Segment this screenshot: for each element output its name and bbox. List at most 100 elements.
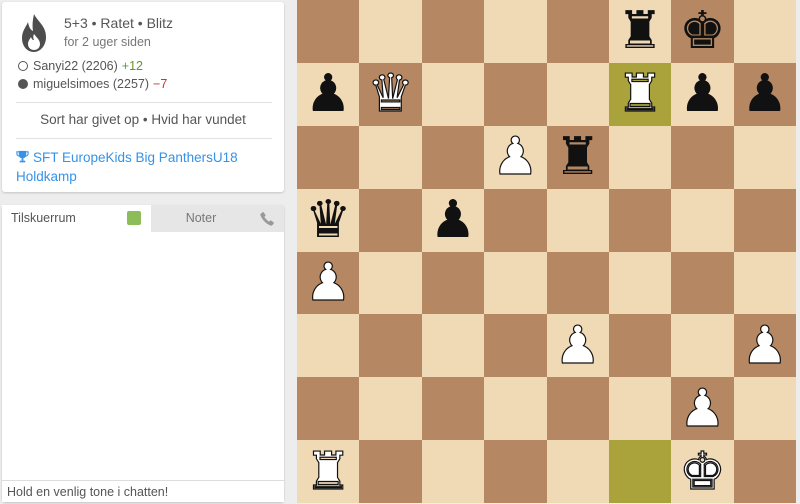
square-e5[interactable] — [546, 188, 609, 252]
black-rook-piece[interactable]: ♜ — [554, 131, 601, 183]
square-f7[interactable]: ♜ — [608, 62, 672, 126]
black-queen-piece[interactable]: ♛ — [305, 194, 352, 246]
square-g1[interactable]: ♚ — [671, 440, 734, 503]
square-c7[interactable] — [421, 62, 485, 126]
square-b7[interactable]: ♛ — [359, 62, 422, 126]
square-c8[interactable] — [421, 0, 485, 63]
square-f3[interactable] — [608, 314, 672, 378]
game-speed: 5+3 • Ratet • Blitz — [64, 15, 174, 31]
square-h7[interactable]: ♟ — [733, 62, 796, 126]
square-f2[interactable] — [608, 377, 672, 441]
tab-spectator-room-label: Tilskuerrum — [11, 211, 76, 225]
square-a1[interactable]: ♜ — [297, 440, 360, 503]
square-g4[interactable] — [671, 251, 734, 315]
square-h5[interactable] — [733, 188, 796, 252]
square-d3[interactable] — [484, 314, 547, 378]
square-a7[interactable]: ♟ — [297, 62, 360, 126]
square-a5[interactable]: ♛ — [297, 188, 360, 252]
square-h3[interactable]: ♟ — [733, 314, 796, 378]
square-b6[interactable] — [359, 125, 422, 189]
square-g6[interactable] — [671, 125, 734, 189]
tab-notes-label: Noter — [185, 211, 217, 225]
square-e7[interactable] — [546, 62, 609, 126]
game-info-card: 5+3 • Ratet • Blitz for 2 uger siden San… — [2, 2, 284, 192]
square-e3[interactable]: ♟ — [546, 314, 609, 378]
square-f6[interactable] — [608, 125, 672, 189]
square-c1[interactable] — [421, 440, 485, 503]
white-player-name[interactable]: Sanyi22 (2206) — [33, 59, 118, 73]
black-rook-piece[interactable]: ♜ — [617, 5, 664, 57]
black-pawn-piece[interactable]: ♟ — [305, 68, 352, 120]
black-pawn-piece[interactable]: ♟ — [679, 68, 726, 120]
white-queen-piece[interactable]: ♛ — [367, 68, 415, 121]
square-d5[interactable] — [484, 188, 547, 252]
white-pawn-piece[interactable]: ♟ — [554, 319, 602, 372]
square-d8[interactable] — [484, 0, 547, 63]
square-h8[interactable] — [733, 0, 796, 63]
square-h1[interactable] — [733, 440, 796, 503]
white-pawn-piece[interactable]: ♟ — [679, 382, 727, 435]
square-b8[interactable] — [359, 0, 422, 63]
square-e6[interactable]: ♜ — [546, 125, 609, 189]
square-f5[interactable] — [608, 188, 672, 252]
square-g7[interactable]: ♟ — [671, 62, 734, 126]
square-c3[interactable] — [421, 314, 485, 378]
square-f8[interactable]: ♜ — [608, 0, 672, 63]
square-a2[interactable] — [297, 377, 360, 441]
square-b3[interactable] — [359, 314, 422, 378]
square-d6[interactable]: ♟ — [484, 125, 547, 189]
black-color-icon — [18, 79, 28, 89]
tournament-name[interactable]: SFT EuropeKids Big PanthersU18 Holdkamp — [16, 150, 238, 184]
square-f4[interactable] — [608, 251, 672, 315]
square-g2[interactable]: ♟ — [671, 377, 734, 441]
square-b1[interactable] — [359, 440, 422, 503]
white-pawn-piece[interactable]: ♟ — [491, 131, 539, 184]
square-h2[interactable] — [733, 377, 796, 441]
white-king-piece[interactable]: ♚ — [679, 445, 727, 498]
square-b4[interactable] — [359, 251, 422, 315]
square-d1[interactable] — [484, 440, 547, 503]
white-pawn-piece[interactable]: ♟ — [741, 319, 789, 372]
black-pawn-piece[interactable]: ♟ — [742, 68, 789, 120]
black-pawn-piece[interactable]: ♟ — [430, 194, 477, 246]
square-a4[interactable]: ♟ — [297, 251, 360, 315]
divider — [16, 102, 272, 103]
tournament-link[interactable]: SFT EuropeKids Big PanthersU18 Holdkamp — [16, 148, 278, 186]
white-rook-piece[interactable]: ♜ — [304, 445, 352, 498]
square-b5[interactable] — [359, 188, 422, 252]
white-rook-piece[interactable]: ♜ — [616, 68, 664, 121]
square-e2[interactable] — [546, 377, 609, 441]
tab-spectator-room[interactable]: Tilskuerrum — [2, 205, 151, 232]
chat-panel: Tilskuerrum Noter — [2, 205, 284, 502]
square-c6[interactable] — [421, 125, 485, 189]
square-f1[interactable] — [608, 440, 672, 503]
square-d4[interactable] — [484, 251, 547, 315]
white-pawn-piece[interactable]: ♟ — [304, 256, 352, 309]
chat-toggle[interactable] — [127, 211, 141, 225]
chat-input[interactable] — [2, 480, 284, 502]
square-a6[interactable] — [297, 125, 360, 189]
square-h4[interactable] — [733, 251, 796, 315]
square-c5[interactable]: ♟ — [421, 188, 485, 252]
square-g8[interactable]: ♚ — [671, 0, 734, 63]
chess-board[interactable]: ♜ ♚ ♟ ♛ ♜ ♟ ♟ ♟ ♜ ♛ ♟ ♟ ♟ ♟ ♟ ♜ ♚ — [297, 0, 796, 503]
square-c2[interactable] — [421, 377, 485, 441]
phone-icon[interactable] — [259, 211, 275, 227]
square-e1[interactable] — [546, 440, 609, 503]
square-a3[interactable] — [297, 314, 360, 378]
square-d2[interactable] — [484, 377, 547, 441]
black-player-name[interactable]: miguelsimoes (2257) — [33, 77, 149, 91]
square-c4[interactable] — [421, 251, 485, 315]
tab-notes[interactable]: Noter — [151, 205, 284, 232]
square-b2[interactable] — [359, 377, 422, 441]
square-e4[interactable] — [546, 251, 609, 315]
square-a8[interactable] — [297, 0, 360, 63]
square-g5[interactable] — [671, 188, 734, 252]
square-e8[interactable] — [546, 0, 609, 63]
black-king-piece[interactable]: ♚ — [679, 5, 726, 57]
chat-tabs: Tilskuerrum Noter — [2, 205, 284, 232]
square-h6[interactable] — [733, 125, 796, 189]
black-rating-diff: −7 — [153, 77, 168, 91]
square-g3[interactable] — [671, 314, 734, 378]
square-d7[interactable] — [484, 62, 547, 126]
